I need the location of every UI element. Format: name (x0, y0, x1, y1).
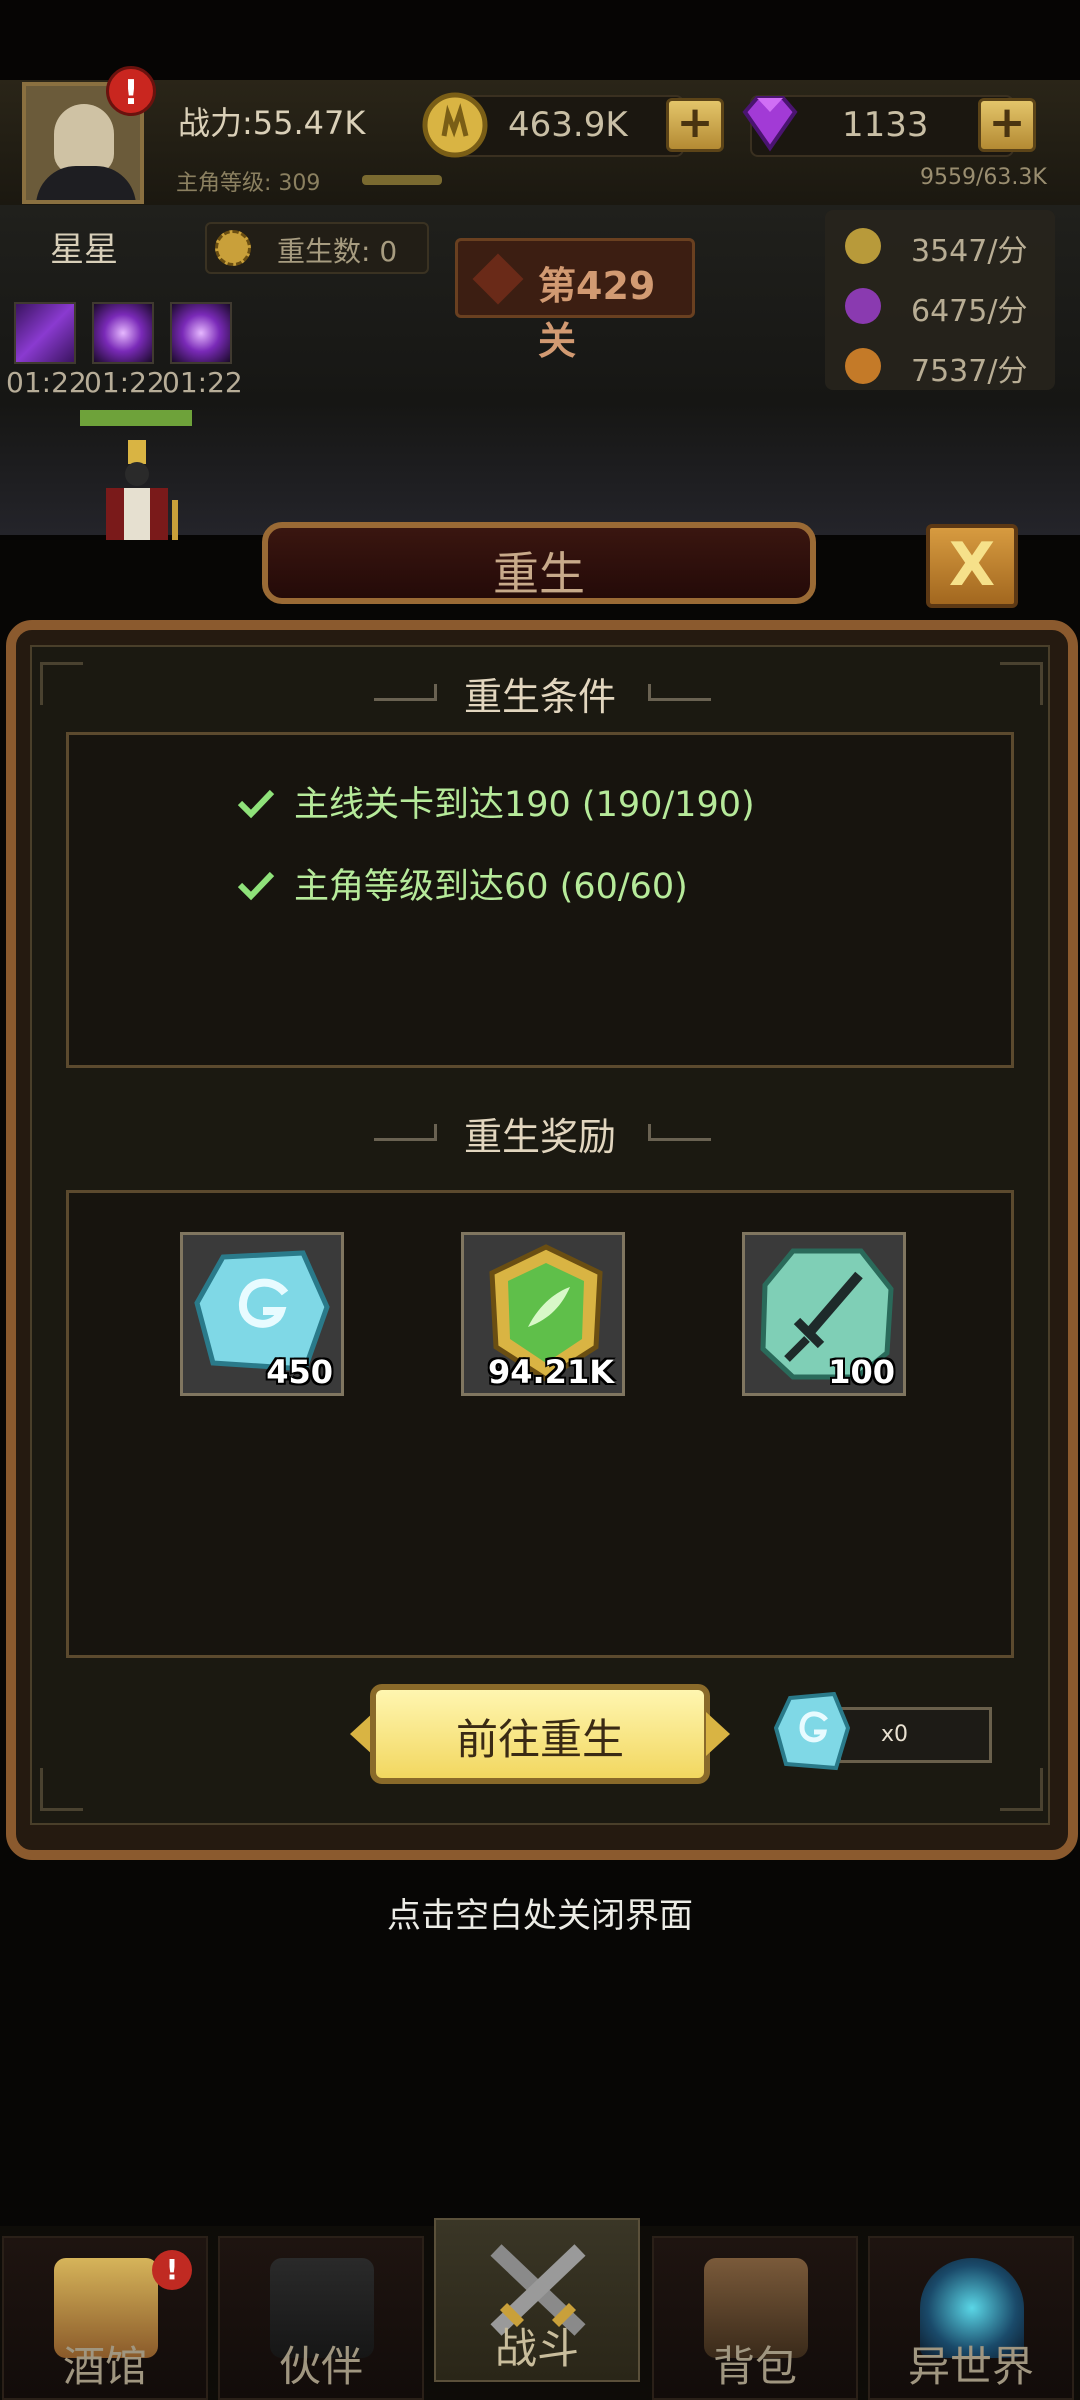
buff-slot[interactable] (92, 302, 154, 364)
gold-rate: 3547/分 (911, 234, 1028, 269)
dialog-title-bar: 重生 (262, 522, 816, 604)
exp-text: 9559/63.3K (920, 165, 1047, 190)
stage-level-text: 第429关 (538, 264, 656, 363)
nav-label: 异世界 (907, 2342, 1034, 2391)
stage-icon (472, 253, 524, 305)
close-icon: X (948, 530, 996, 600)
gold-rate-row: 3547/分 (825, 220, 1055, 270)
title-ornament-right (648, 684, 711, 701)
rebirth-cost-value: x0 (881, 1722, 909, 1747)
flame-rate-row: 7537/分 (825, 340, 1055, 390)
income-rate-panel: 3547/分 6475/分 7537/分 (825, 210, 1055, 390)
stage-level-badge: 第429关 (455, 238, 695, 363)
purple-gem-icon (742, 96, 798, 152)
condition-item: 主线关卡到达190 (190/190) (294, 785, 755, 825)
exp-progress-bar (362, 175, 442, 185)
nav-label: 酒馆 (62, 2342, 147, 2391)
gold-amount: 463.9K (508, 105, 628, 145)
add-gem-button[interactable]: + (978, 98, 1036, 152)
gold-coin-icon (845, 228, 881, 264)
close-hint: 点击空白处关闭界面 (387, 1896, 693, 1936)
exp-rate: 6475/分 (911, 294, 1028, 329)
add-gold-button[interactable]: + (666, 98, 724, 152)
corner-ornament (40, 1768, 83, 1811)
condition-item: 主角等级到达60 (60/60) (294, 867, 688, 907)
reward-amount: 450 (266, 1353, 333, 1391)
player-name: 星星 (50, 230, 118, 270)
combat-power: 战力:55.47K (178, 104, 366, 142)
nav-otherworld[interactable]: 异世界 (868, 2236, 1074, 2400)
nav-label: 背包 (712, 2342, 797, 2391)
corner-ornament (1000, 1768, 1043, 1811)
nav-label: 伙伴 (278, 2342, 363, 2391)
check-icon (237, 871, 275, 901)
go-rebirth-label: 前往重生 (455, 1715, 624, 1764)
conditions-title: 重生条件 (463, 675, 616, 719)
gear-icon (215, 230, 251, 266)
rune-stone-icon (774, 1692, 850, 1771)
check-icon (237, 789, 275, 819)
rewards-title: 重生奖励 (463, 1115, 616, 1159)
rebirth-cost: x0 (838, 1707, 992, 1763)
nav-partners[interactable]: 伙伴 (218, 2236, 424, 2400)
exp-icon (845, 288, 881, 324)
flame-rate: 7537/分 (911, 354, 1028, 389)
gold-coin-icon (422, 92, 488, 158)
go-rebirth-button[interactable]: 前往重生 (350, 1684, 730, 1784)
reward-item[interactable]: 94.21K (461, 1232, 625, 1396)
buff-timer: 01:22 (162, 366, 243, 399)
nav-backpack[interactable]: 背包 (652, 2236, 858, 2400)
buff-timer: 01:22 (6, 366, 87, 399)
avatar-alert-badge: ! (106, 66, 156, 116)
rebirth-count-badge: 重生数: 0 (205, 222, 429, 274)
reward-item[interactable]: 100 (742, 1232, 906, 1396)
hero-hp-bar (80, 410, 192, 426)
nav-alert-badge: ! (152, 2250, 192, 2290)
rebirth-count-text: 重生数: 0 (277, 235, 398, 268)
hero-level: 主角等级: 309 (176, 171, 321, 196)
gem-amount: 1133 (842, 105, 929, 145)
nav-battle[interactable]: 战斗 (434, 2218, 640, 2382)
buff-slot[interactable] (170, 302, 232, 364)
title-ornament-right (648, 1124, 711, 1141)
buff-timer: 01:22 (84, 366, 165, 399)
buff-slot[interactable] (14, 302, 76, 364)
exp-rate-row: 6475/分 (825, 280, 1055, 330)
nav-label: 战斗 (494, 2324, 579, 2373)
reward-amount: 94.21K (487, 1353, 614, 1391)
reward-item[interactable]: 450 (180, 1232, 344, 1396)
reward-amount: 100 (828, 1353, 895, 1391)
close-button[interactable]: X (926, 524, 1018, 608)
flame-icon (845, 348, 881, 384)
dialog-title: 重生 (493, 547, 585, 601)
